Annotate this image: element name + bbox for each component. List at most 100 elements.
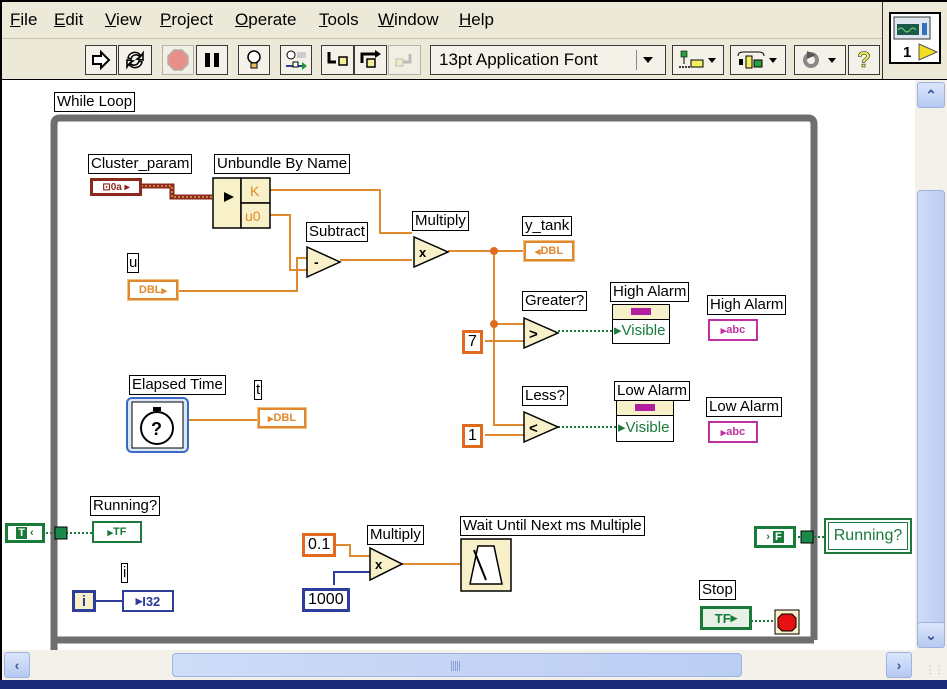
menu-operate-rest: perate (248, 10, 297, 29)
menu-file[interactable]: File (10, 10, 37, 30)
const-1000[interactable]: 1000 (302, 588, 350, 612)
resize-grip-icon: ⋮⋮ (925, 665, 944, 676)
subtract-symbol: - (314, 254, 319, 270)
bool-f-glyph: F (773, 531, 784, 543)
greater-label: Greater? (522, 291, 588, 311)
i-indicator[interactable]: ▸ I32 (122, 590, 174, 612)
scroll-down-button[interactable]: ⌄ (917, 622, 945, 648)
bool-type: TF (113, 526, 127, 538)
grip-icon (451, 661, 461, 671)
run-button[interactable] (85, 45, 117, 75)
chevron-up-icon: ⌃ (925, 86, 937, 103)
retain-wire-values-button[interactable] (280, 45, 312, 75)
u-terminal[interactable]: DBL ▸ (127, 279, 179, 301)
scroll-left-button[interactable]: ‹ (4, 652, 30, 678)
lightbulb-icon (247, 50, 261, 69)
scroll-right-button[interactable]: › (886, 652, 912, 678)
menu-edit[interactable]: Edit (54, 10, 83, 30)
step-into-button[interactable] (321, 45, 354, 75)
menu-operate[interactable]: Operate (235, 10, 296, 30)
running-control-left[interactable]: T ‹ (5, 523, 45, 543)
y-tank-type: DBL (540, 245, 564, 257)
align-objects-button[interactable] (672, 45, 724, 75)
iteration-terminal[interactable]: i (72, 590, 96, 612)
vi-icon-panel: 1 (882, 2, 947, 79)
pause-button[interactable] (196, 45, 228, 75)
resize-grip[interactable]: ⋮⋮ (915, 650, 947, 680)
property-name: Visible (621, 322, 666, 339)
wire-u (178, 257, 307, 292)
abort-button[interactable] (162, 45, 194, 75)
retain-wire-values-icon (286, 50, 307, 70)
high-alarm-indicator[interactable]: ▸ abc (708, 319, 758, 341)
vertical-scrollbar[interactable]: ⌃ ⌄ (915, 80, 947, 650)
unbundle-node[interactable] (212, 177, 242, 229)
greater-symbol: > (529, 326, 538, 343)
stop-button-terminal[interactable]: TF ▸ (700, 606, 752, 630)
string-type: abc (726, 324, 746, 336)
font-select-separator (636, 50, 637, 70)
elapsed-time-label: Elapsed Time (129, 375, 226, 395)
context-help-button[interactable]: ? (848, 45, 880, 75)
y-tank-terminal[interactable]: ◂ DBL (523, 240, 575, 262)
const-high-threshold[interactable]: 7 (462, 330, 483, 354)
horizontal-scroll-thumb[interactable] (172, 653, 742, 677)
vi-icon-number: 1 (903, 44, 911, 61)
wire-1000 (333, 571, 370, 585)
run-continuously-button[interactable] (118, 45, 152, 75)
loop-tunnel-left[interactable] (54, 526, 68, 540)
block-diagram[interactable]: - x > < x K u0 ? While Loop Cluster_para… (2, 80, 915, 650)
step-over-button[interactable] (354, 45, 387, 75)
u-label: u (127, 253, 140, 273)
menu-help[interactable]: Help (459, 10, 494, 30)
low-alarm-indicator[interactable]: ▸ abc (708, 421, 758, 443)
font-select[interactable]: 13pt Application Font (430, 45, 666, 75)
run-arrow-icon (92, 50, 111, 70)
running-control-right[interactable]: › F (754, 526, 796, 548)
high-alarm-indicator-label: High Alarm (707, 295, 787, 315)
bool-type: TF (714, 610, 731, 626)
const-low-threshold[interactable]: 1 (462, 424, 483, 448)
step-out-button[interactable] (388, 45, 421, 75)
subtract-label: Subtract (306, 222, 368, 242)
step-into-icon (327, 52, 348, 66)
menu-tools-rest: ools (327, 10, 359, 29)
const-0-1[interactable]: 0.1 (302, 533, 337, 557)
low-alarm-property-visible[interactable]: ▸Visible (617, 416, 673, 440)
low-alarm-indicator-label: Low Alarm (706, 397, 783, 417)
high-alarm-property-node[interactable]: ▸Visible (612, 304, 670, 344)
menu-project-rest: roject (171, 10, 213, 29)
u-type: DBL (138, 284, 162, 296)
running-output-indicator[interactable]: Running? (824, 518, 912, 554)
high-alarm-property-visible[interactable]: ▸Visible (613, 320, 669, 342)
property-name: Visible (625, 419, 670, 436)
subtract-node[interactable] (306, 245, 342, 279)
less-symbol: < (529, 420, 538, 437)
menu-view[interactable]: View (105, 10, 142, 30)
chevron-right-icon: › (896, 657, 902, 673)
cluster-param-label: Cluster_param (88, 154, 193, 174)
vertical-scroll-thumb[interactable] (917, 190, 945, 630)
t-type: DBL (273, 412, 297, 424)
multiply-label: Multiply (412, 211, 469, 231)
menu-tools[interactable]: Tools (319, 10, 359, 30)
horizontal-scrollbar[interactable]: ‹ › (2, 650, 915, 680)
distribute-objects-icon (737, 51, 777, 69)
multiply-symbol-2: x (375, 557, 383, 572)
low-alarm-property-node[interactable]: ▸Visible (616, 400, 674, 442)
loop-tunnel-right[interactable] (800, 530, 814, 544)
wire-junction (490, 247, 498, 255)
less-label: Less? (522, 386, 569, 406)
chevron-left-icon: ‹ (14, 657, 20, 673)
cluster-param-terminal[interactable]: ⊡0a ▸ (90, 178, 142, 196)
scroll-up-button[interactable]: ⌃ (917, 82, 945, 108)
reorder-button[interactable] (794, 45, 846, 75)
vi-icon[interactable]: 1 (889, 12, 941, 64)
chevron-down-icon (643, 57, 653, 63)
running-indicator[interactable]: ▸ TF (92, 521, 142, 543)
menu-project[interactable]: Project (160, 10, 213, 30)
menu-window[interactable]: Window (378, 10, 438, 30)
highlight-execution-button[interactable] (238, 45, 270, 75)
distribute-objects-button[interactable] (730, 45, 786, 75)
t-terminal[interactable]: ▸ DBL (257, 407, 307, 429)
